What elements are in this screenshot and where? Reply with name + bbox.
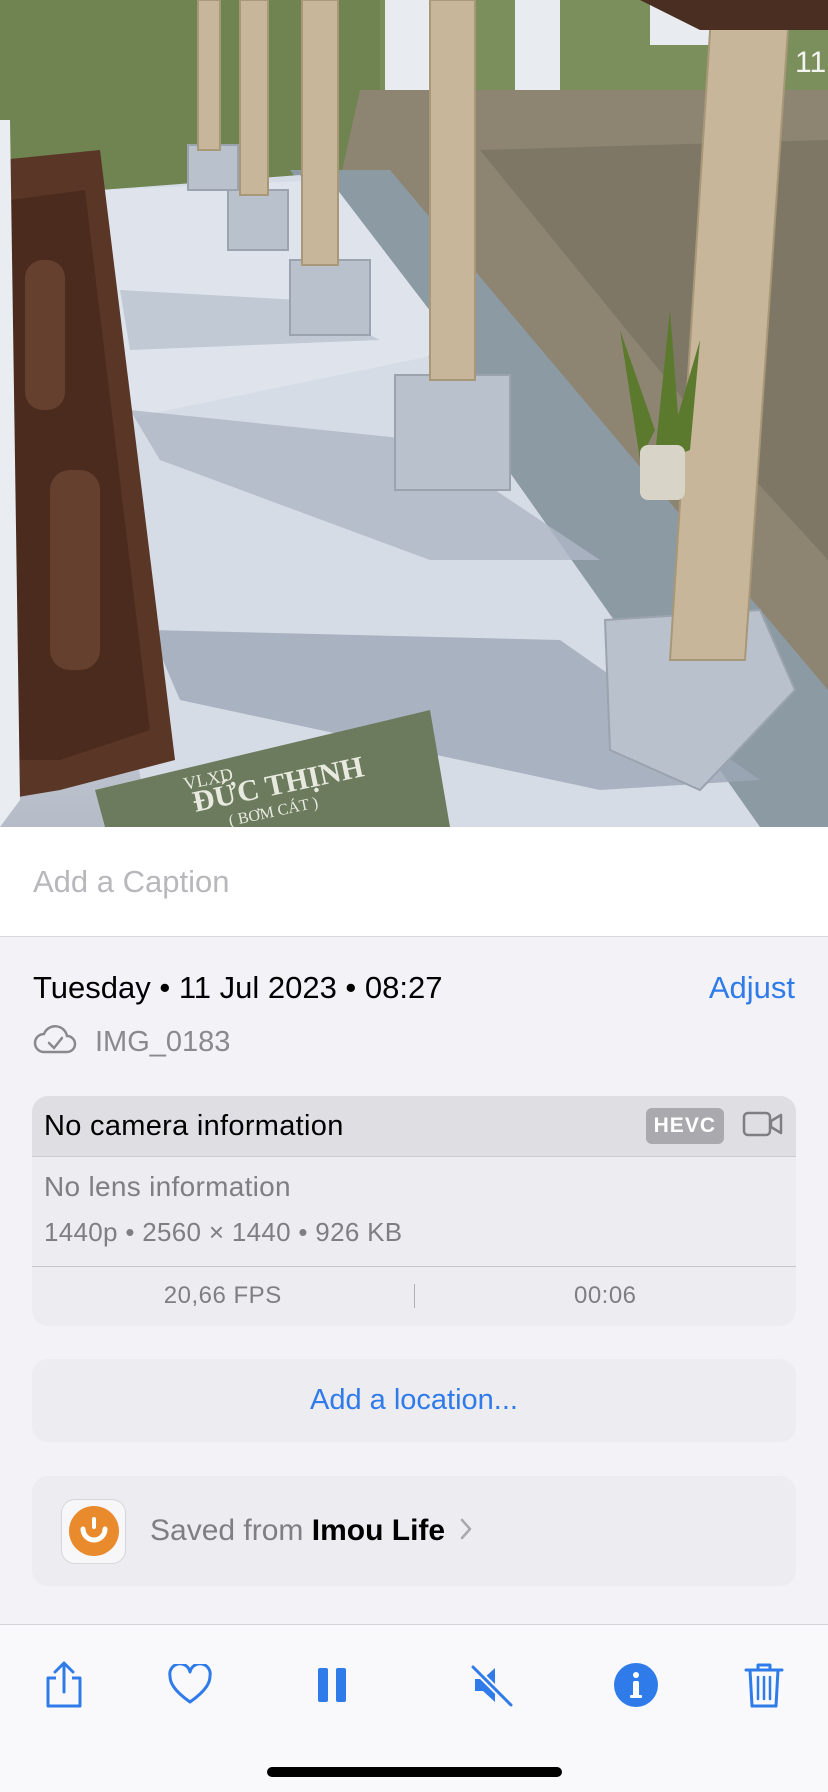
imou-life-app-icon bbox=[61, 1498, 126, 1564]
video-specs: 1440p • 2560 × 1440 • 926 KB bbox=[44, 1217, 403, 1247]
trash-icon[interactable] bbox=[734, 1655, 794, 1715]
saved-from-prefix: Saved from bbox=[150, 1514, 304, 1547]
svg-text:11: 11 bbox=[795, 46, 826, 79]
mute-icon[interactable] bbox=[462, 1655, 522, 1715]
camera-info-card: No camera information HEVC No lens infor… bbox=[32, 1096, 796, 1326]
info-icon[interactable] bbox=[606, 1655, 666, 1715]
saved-from-text: Saved from Imou Life bbox=[150, 1514, 445, 1548]
caption-input[interactable] bbox=[33, 857, 793, 907]
camera-body: No lens information 1440p • 2560 × 1440 … bbox=[32, 1157, 796, 1267]
camera-title: No camera information bbox=[44, 1109, 344, 1142]
saved-from-app: Imou Life bbox=[311, 1514, 446, 1547]
caption-area bbox=[0, 827, 828, 937]
file-info: IMG_0183 bbox=[33, 1024, 230, 1060]
chevron-right-icon bbox=[459, 1517, 473, 1546]
camera-header: No camera information HEVC bbox=[32, 1096, 796, 1157]
date-time: Tuesday • 11 Jul 2023 • 08:27 bbox=[33, 970, 443, 1005]
share-icon[interactable] bbox=[34, 1655, 94, 1715]
photo-view[interactable]: VLXD ĐỨC THỊNH ( BƠM CÁT ) 11 bbox=[0, 0, 828, 827]
saved-from-row[interactable]: Saved from Imou Life bbox=[32, 1476, 796, 1586]
pause-icon[interactable] bbox=[302, 1655, 362, 1715]
heart-icon[interactable] bbox=[160, 1655, 220, 1715]
adjust-button[interactable]: Adjust bbox=[709, 970, 795, 1006]
add-location-button[interactable]: Add a location... bbox=[32, 1359, 796, 1442]
lens-info: No lens information bbox=[44, 1171, 291, 1202]
photo-scene: VLXD ĐỨC THỊNH ( BƠM CÁT ) 11 bbox=[0, 0, 828, 827]
camera-footer: 20,66 FPS 00:06 bbox=[32, 1267, 796, 1325]
file-name: IMG_0183 bbox=[95, 1025, 231, 1058]
home-indicator[interactable] bbox=[267, 1767, 562, 1777]
codec-badge: HEVC bbox=[645, 1108, 724, 1144]
video-camera-icon bbox=[742, 1109, 784, 1144]
icloud-check-icon bbox=[33, 1024, 77, 1060]
duration-value: 00:06 bbox=[573, 1282, 637, 1309]
fps-value: 20,66 FPS bbox=[163, 1282, 282, 1309]
